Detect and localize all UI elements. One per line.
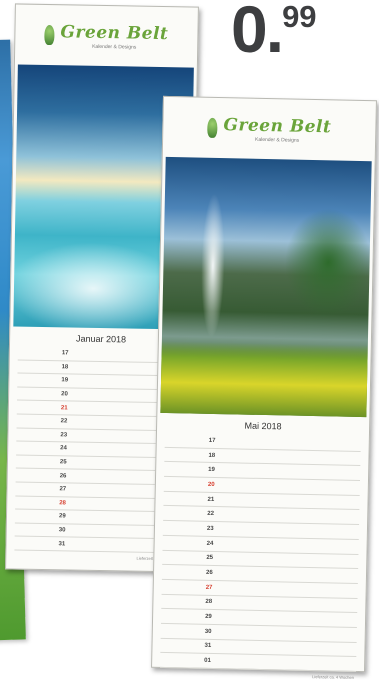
week-marker xyxy=(164,484,208,485)
week-marker xyxy=(18,366,62,367)
week-marker xyxy=(161,601,205,602)
calendar-brand: Green Belt Kalender & Designs xyxy=(15,4,198,67)
day-number: 21 xyxy=(207,496,215,503)
calendar-day-list: 17 18 19 20 21 22 23 24 25 26 27 28 29 30 31 01 xyxy=(152,432,369,672)
week-marker xyxy=(164,469,208,470)
day-number: 29 xyxy=(58,513,66,520)
day-number: 30 xyxy=(204,628,212,635)
day-number: 19 xyxy=(61,377,69,384)
day-number: 20 xyxy=(207,481,215,488)
day-number: 27 xyxy=(59,486,67,493)
day-number: 26 xyxy=(59,472,67,480)
week-marker xyxy=(15,502,59,503)
week-marker xyxy=(17,407,61,408)
brand-tagline: Kalender & Designs xyxy=(254,136,300,144)
week-marker xyxy=(18,353,62,354)
wall-calendar-may: Green Belt Kalender & Designs Mai 2018 1… xyxy=(151,95,377,680)
week-marker xyxy=(164,499,208,500)
week-marker xyxy=(165,440,209,441)
week-marker xyxy=(16,462,60,463)
day-number: 29 xyxy=(205,613,212,621)
day-number: 19 xyxy=(208,467,215,474)
week-marker xyxy=(15,516,59,517)
week-marker xyxy=(15,543,59,544)
day-number: 22 xyxy=(60,418,68,425)
day-number: 28 xyxy=(59,500,66,507)
week-marker xyxy=(162,587,206,588)
day-number: 28 xyxy=(205,599,213,606)
week-marker xyxy=(162,572,206,573)
day-number: 21 xyxy=(60,404,68,412)
week-marker xyxy=(16,448,60,449)
calendar-month-title: Mai 2018 xyxy=(244,420,282,432)
week-marker xyxy=(16,475,60,476)
week-marker xyxy=(17,421,61,422)
price-cents: 99 xyxy=(282,0,317,34)
day-number: 22 xyxy=(207,511,215,518)
price-integer: 0 xyxy=(231,0,268,66)
day-number: 25 xyxy=(206,555,214,562)
day-number: 25 xyxy=(59,459,67,466)
day-number: 17 xyxy=(61,350,69,357)
day-number: 23 xyxy=(60,432,68,439)
day-number: 01 xyxy=(204,657,211,665)
brand-tagline: Kalender & Designs xyxy=(92,43,137,51)
brand-leaf-icon xyxy=(44,24,55,46)
day-number: 27 xyxy=(205,584,213,591)
week-marker xyxy=(163,543,207,544)
day-number: 26 xyxy=(205,569,213,576)
day-number: 18 xyxy=(208,452,216,459)
week-marker xyxy=(17,394,61,395)
day-number: 24 xyxy=(206,540,214,547)
day-number: 17 xyxy=(208,437,216,444)
week-marker xyxy=(15,530,59,531)
calendar-brand: Green Belt Kalender & Designs xyxy=(163,97,376,161)
week-marker xyxy=(163,528,207,529)
brand-name: Green Belt xyxy=(223,114,332,137)
week-marker xyxy=(161,645,205,646)
day-number: 31 xyxy=(58,540,66,548)
brand-leaf-icon xyxy=(207,117,218,138)
day-number: 18 xyxy=(61,364,69,371)
week-marker xyxy=(161,631,205,632)
week-marker xyxy=(16,434,60,435)
day-number: 30 xyxy=(58,527,66,534)
week-marker xyxy=(15,489,59,490)
week-marker xyxy=(165,454,209,455)
week-marker xyxy=(162,557,206,558)
day-number: 20 xyxy=(61,391,68,398)
brand-name: Green Belt xyxy=(60,21,169,44)
price-tag: 0 . 99 xyxy=(231,0,317,66)
day-number: 31 xyxy=(204,643,212,650)
day-number: 24 xyxy=(60,445,67,452)
week-marker xyxy=(161,616,205,617)
day-number: 23 xyxy=(206,525,214,532)
week-marker xyxy=(160,660,204,661)
week-marker xyxy=(163,513,207,514)
week-marker xyxy=(17,380,61,381)
calendar-photo-waterfall xyxy=(160,156,372,418)
